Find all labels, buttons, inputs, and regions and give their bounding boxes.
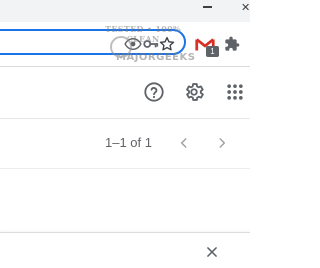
- extension-badge: 1: [206, 46, 219, 57]
- window-close-icon[interactable]: ✕: [241, 2, 250, 14]
- chevron-right-icon: [219, 138, 226, 148]
- help-icon: [144, 82, 164, 102]
- app-header: [0, 67, 250, 117]
- pagination-range: 1–1 of 1: [105, 135, 152, 150]
- star-icon[interactable]: [158, 35, 176, 53]
- page: ✕ 1 TESTED • 100% CLEAN MAJORGEEKS 1–1 o…: [0, 0, 250, 268]
- pagination-bar: 1–1 of 1: [0, 119, 250, 167]
- bottom-dialog: [0, 232, 250, 268]
- previous-page-button[interactable]: [174, 133, 194, 153]
- chevron-left-icon: [180, 138, 187, 148]
- browser-toolbar: 1: [0, 22, 250, 67]
- window-title-bar: ✕: [0, 0, 250, 22]
- settings-icon: [186, 83, 204, 101]
- next-page-button[interactable]: [212, 133, 232, 153]
- apps-grid-icon: [227, 84, 243, 100]
- settings-button[interactable]: [181, 79, 207, 105]
- list-divider: [0, 168, 250, 169]
- eye-icon[interactable]: [124, 35, 142, 53]
- minimize-icon[interactable]: [203, 6, 212, 8]
- apps-button[interactable]: [222, 79, 248, 105]
- puzzle-icon[interactable]: [224, 36, 240, 52]
- close-icon: [207, 247, 217, 257]
- help-button[interactable]: [141, 79, 167, 105]
- close-button[interactable]: [204, 244, 220, 260]
